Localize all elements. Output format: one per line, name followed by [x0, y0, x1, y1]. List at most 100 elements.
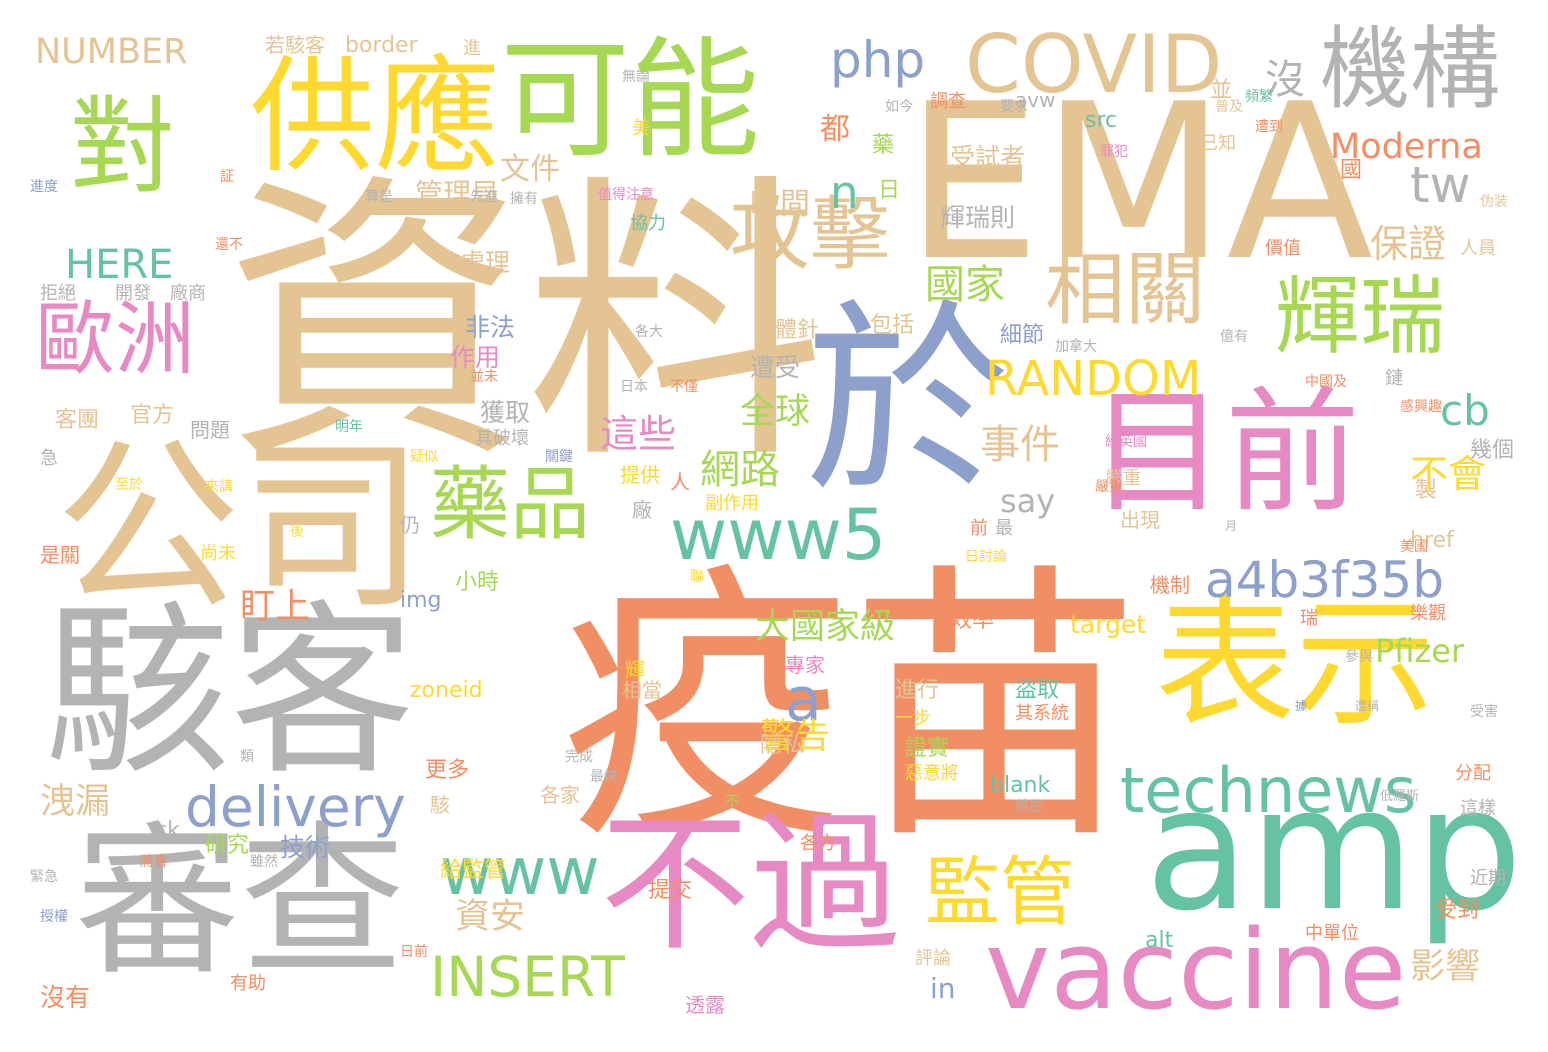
cloud-word: 日前 [400, 944, 428, 960]
cloud-word: 感興趣 [1400, 399, 1442, 415]
cloud-word: 處理 [460, 248, 511, 277]
cloud-word: 對 [70, 86, 176, 208]
cloud-word: 受到 [1435, 898, 1480, 923]
cloud-word: 出現 [1120, 508, 1160, 532]
cloud-word: 藥 [872, 133, 895, 158]
cloud-word: ck [155, 818, 180, 843]
cloud-word: 至於 [115, 477, 143, 493]
cloud-word: blank [990, 773, 1051, 798]
cloud-word: 日討論 [965, 549, 1007, 565]
cloud-word: 聯 [690, 569, 704, 585]
cloud-word: 低羅斯 [1380, 789, 1420, 804]
cloud-word: INSERT [430, 945, 625, 1009]
cloud-word: 藥品 [430, 458, 590, 551]
cloud-word: 授權 [40, 909, 68, 925]
cloud-word: 供應 [250, 45, 500, 190]
cloud-word: 將在 [1015, 799, 1043, 815]
cloud-word: 拒絕 [40, 283, 76, 304]
cloud-word: 問題 [190, 418, 230, 442]
cloud-word: php [830, 31, 926, 89]
cloud-word: 中國及 [1305, 374, 1347, 390]
cloud-word: in [930, 972, 956, 1005]
cloud-word: 副作用 [705, 493, 759, 514]
cloud-word: 這樣 [1460, 798, 1496, 819]
cloud-word: 先進 [470, 189, 498, 205]
cloud-word: 駭 [430, 793, 450, 817]
cloud-word: 晚間 [750, 187, 810, 222]
cloud-word: 月 [1225, 519, 1238, 533]
cloud-word: 機制 [1150, 573, 1190, 597]
cloud-word: 據 [1295, 699, 1308, 713]
cloud-word: 相當 [622, 678, 662, 702]
cloud-word: 雖然 [250, 854, 278, 870]
cloud-word: 最 [995, 518, 1013, 539]
cloud-word: 美國 [1400, 539, 1428, 555]
cloud-word: 一步 [895, 708, 931, 729]
cloud-word: 瑞 [1300, 608, 1318, 629]
cloud-word: 無論 [622, 69, 650, 85]
cloud-word: 樂觀 [1410, 603, 1446, 624]
cloud-word: 遭到 [1255, 119, 1283, 135]
cloud-word: 其破壞 [475, 428, 529, 449]
cloud-word: 評論 [915, 948, 951, 969]
cloud-word: 效率 [950, 608, 995, 633]
cloud-word: 並未 [470, 369, 498, 385]
cloud-word: 輝 [625, 658, 645, 682]
cloud-word: 若駭客 [265, 33, 325, 57]
cloud-word: 將會 [140, 854, 168, 870]
cloud-word: 非法 [465, 313, 516, 342]
cloud-word: 進度 [30, 179, 58, 195]
cloud-word: 國家 [925, 262, 1005, 308]
cloud-word: 提供 [620, 463, 660, 487]
cloud-word: 資安 [455, 897, 526, 937]
cloud-word: 近期 [1470, 868, 1506, 889]
cloud-word: src [1085, 108, 1118, 133]
cloud-word: 給監管 [440, 858, 507, 883]
cloud-word: zoneid [410, 678, 483, 703]
cloud-word: 研究 [205, 833, 250, 858]
cloud-word: 緊急 [30, 869, 58, 885]
cloud-word: 進行 [895, 678, 940, 703]
cloud-word: 國 [1340, 158, 1363, 183]
cloud-word: 監管 [925, 848, 1076, 936]
cloud-word: 人員 [1460, 238, 1496, 259]
cloud-word: 價值 [1265, 238, 1301, 259]
cloud-word: 保證 [1370, 222, 1447, 266]
cloud-word: 可能 [500, 24, 761, 176]
cloud-word: Pfizer [1375, 632, 1465, 670]
cloud-word: 廠 [632, 498, 652, 522]
cloud-word: 細節 [1000, 323, 1045, 348]
cloud-word: 客團 [55, 408, 100, 433]
cloud-word: 有助 [230, 973, 266, 994]
cloud-word: 機構 [1320, 17, 1500, 122]
cloud-word: 關鍵 [545, 449, 573, 465]
cloud-word: n [830, 166, 859, 219]
cloud-word: 頻繁 [1245, 89, 1273, 105]
cloud-word: COVID [965, 18, 1223, 111]
cloud-word: 網路 [700, 447, 780, 493]
cloud-word: 各大 [635, 324, 663, 340]
cloud-word: 透露 [685, 993, 725, 1017]
cloud-word: 類 [240, 749, 254, 765]
cloud-word: 小時 [455, 570, 500, 595]
cloud-word: 歐洲 [35, 293, 195, 386]
cloud-word: 更多 [425, 758, 470, 783]
cloud-word: 後 [290, 524, 304, 540]
cloud-word: 完成 [565, 749, 593, 765]
cloud-word: 大國家級 [755, 607, 896, 647]
cloud-word: 包括 [870, 313, 915, 338]
cloud-word: 各家 [540, 783, 580, 807]
cloud-word: 盯上 [240, 587, 311, 627]
cloud-word: 已知 [1200, 133, 1236, 154]
cloud-word: 調查 [930, 91, 966, 112]
cloud-word: 普及 [1215, 99, 1243, 115]
cloud-word: 事件 [980, 422, 1060, 468]
cloud-word: 輝瑞則 [940, 203, 1016, 232]
cloud-word: 盜取 [1015, 678, 1060, 703]
cloud-word: 証 [220, 169, 234, 185]
word-cloud: 疫苗 資料 EMA 於公司 駭客 審查 目前 表示 amp 不過 vaccine 對供應 可能 機構 COV… [0, 0, 1548, 1052]
cloud-word: 日 [878, 178, 901, 203]
cloud-word: 最快 [590, 769, 618, 785]
cloud-word: 都 [820, 112, 850, 147]
cloud-word: border [345, 33, 418, 58]
